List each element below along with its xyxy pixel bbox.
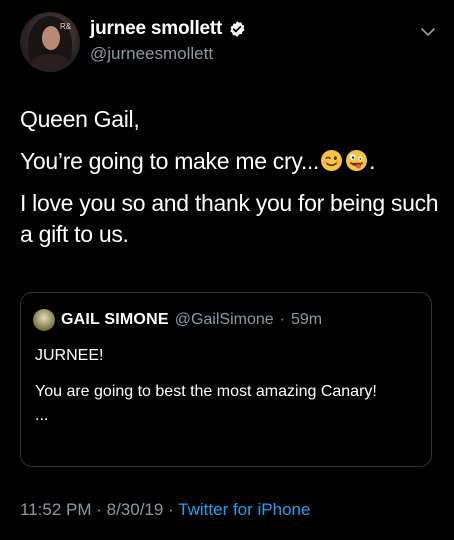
meta-separator-1: ·: [91, 500, 107, 519]
tweet-meta: 11:52 PM · 8/30/19 · Twitter for iPhone: [20, 500, 310, 520]
quoted-time-separator: ·: [279, 311, 285, 328]
chevron-down-icon[interactable]: [420, 24, 436, 40]
tweet-line-2-end: .: [369, 148, 376, 174]
tweet-text: Queen Gail, You’re going to make me cry.…: [20, 104, 440, 261]
quoted-author-handle: @GailSimone: [174, 311, 274, 328]
author-name-row: jurnee smollett: [90, 18, 246, 40]
verified-badge-icon: [228, 20, 246, 38]
tweet-line-3: I love you so and thank you for being su…: [20, 190, 439, 247]
tweet-time[interactable]: 11:52 PM: [20, 500, 92, 519]
avatar-mark: R&: [60, 22, 72, 31]
quoted-line-2: You are going to best the most amazing C…: [35, 383, 377, 400]
quoted-tweet[interactable]: GAIL SIMONE @GailSimone · 59m JURNEE! Yo…: [20, 292, 432, 467]
quoted-tweet-header: GAIL SIMONE @GailSimone · 59m: [33, 309, 322, 331]
author-handle[interactable]: @jurneesmollett: [90, 44, 213, 64]
tweet-line-2-text: You’re going to make me cry...: [20, 148, 320, 174]
quoted-ellipsis: ...: [35, 407, 49, 424]
quoted-tweet-time: 59m: [290, 311, 323, 328]
author-display-name[interactable]: jurnee smollett: [90, 18, 222, 40]
quoted-tweet-body: JURNEE! You are going to best the most a…: [35, 345, 415, 441]
winking-face-emoji: [320, 149, 343, 172]
quoted-line-1: JURNEE!: [35, 347, 104, 364]
tweet-line-2: You’re going to make me cry....: [20, 146, 440, 177]
zany-face-emoji: [345, 149, 368, 172]
tweet-date[interactable]: 8/30/19: [107, 500, 164, 519]
tweet-source-link[interactable]: Twitter for iPhone: [178, 500, 310, 519]
tweet-line-1: Queen Gail,: [20, 106, 140, 132]
avatar-shoulder: [30, 54, 70, 72]
meta-separator-2: ·: [163, 500, 179, 519]
quoted-author-avatar: [33, 309, 55, 331]
author-avatar[interactable]: R&: [20, 12, 80, 72]
quoted-author-name: GAIL SIMONE: [61, 311, 169, 328]
avatar-face: [42, 26, 60, 50]
